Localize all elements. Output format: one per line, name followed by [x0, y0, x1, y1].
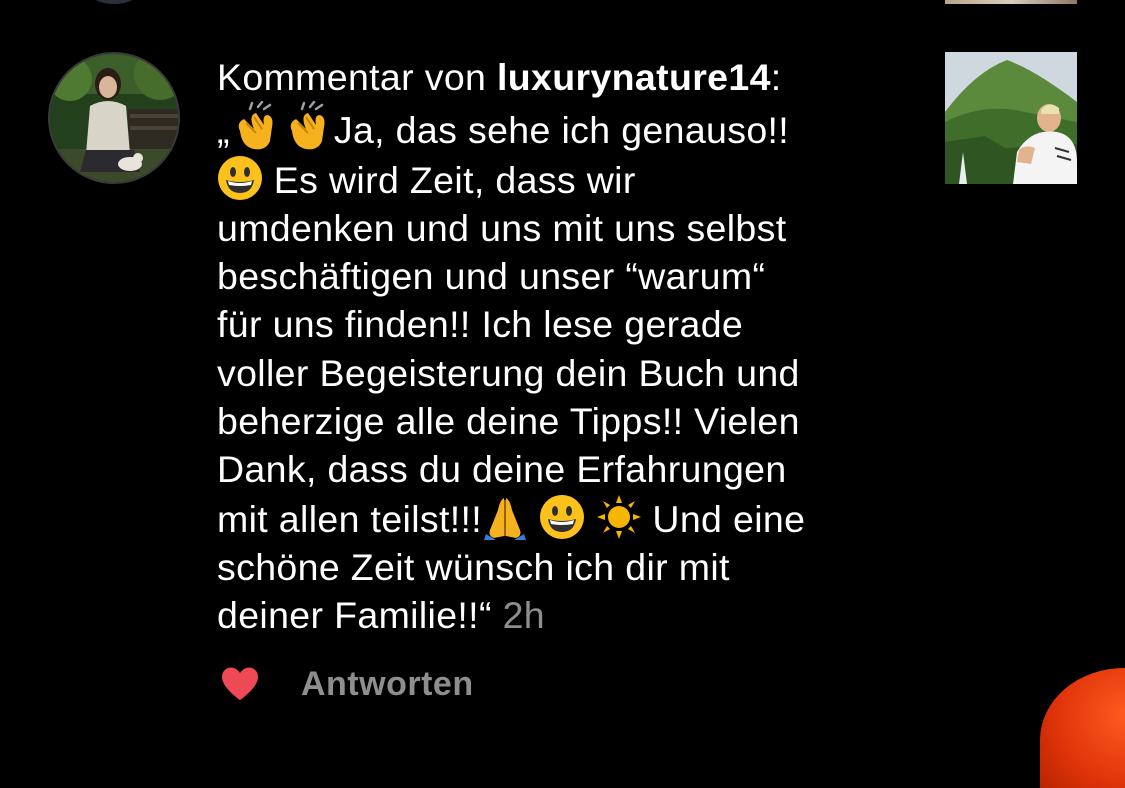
grinning-face-emoji-icon [539, 494, 584, 539]
clap-emoji-icon [238, 101, 273, 150]
post-thumbnail[interactable] [945, 52, 1077, 184]
avatar[interactable] [48, 52, 180, 184]
comment-line-1: Kommentar von luxurynature14: [217, 53, 907, 101]
comment-line-text: mit allen teilst!!! [217, 497, 483, 540]
comment-line-6: für uns finden!! Ich lese gerade [217, 303, 744, 346]
avatar-photo [50, 54, 178, 182]
comment-line-11: schöne Zeit wünsch ich dir mit [217, 545, 730, 588]
sun-emoji-icon [596, 494, 641, 539]
heart-icon[interactable] [220, 666, 260, 702]
reply-button[interactable]: Antworten [301, 665, 474, 704]
pray-emoji-icon [484, 497, 527, 540]
comment-line-2: „ Ja, das sehe ich genauso!! [217, 101, 907, 154]
comment-line-text: Und eine [641, 497, 806, 540]
comment-notification: Kommentar von luxurynature14: „ Ja, das … [0, 0, 1125, 731]
comment-text: Kommentar von luxurynature14: „ Ja, das … [217, 53, 907, 640]
grinning-face-emoji-icon [218, 155, 262, 200]
comment-line-12: deiner Familie!!“ 2h [217, 591, 907, 639]
username-link[interactable]: luxurynature14 [497, 56, 771, 98]
clap-emoji-icon [290, 101, 325, 150]
comment-line-7: voller Begeisterung dein Buch und [217, 351, 800, 394]
post-photo [945, 52, 1077, 184]
comment-line-4: umdenken und uns mit uns selbst [217, 206, 787, 249]
comment-prefix: Kommentar von [217, 56, 498, 98]
comment-line-text: Es wird Zeit, dass wir [263, 158, 636, 201]
comment-timestamp: 2h [502, 594, 545, 637]
comment-line-9: Dank, dass du deine Erfahrungen [217, 448, 787, 491]
comment-actions: Antworten [220, 662, 474, 706]
comment-line-text: Ja, das sehe ich genauso!! [333, 109, 790, 152]
comment-line-10: mit allen teilst!!! Und eine [217, 494, 907, 543]
comment-colon: : [770, 56, 782, 98]
comment-line-text: deiner Familie!!“ [217, 594, 503, 637]
comment-line-8: beherzige alle deine Tipps!! Vielen [217, 400, 800, 443]
open-quote: „ [217, 109, 230, 152]
comment-line-5: beschäftigen und unser “warum“ [217, 255, 766, 298]
comment-line-3: Es wird Zeit, dass wir [217, 155, 907, 204]
